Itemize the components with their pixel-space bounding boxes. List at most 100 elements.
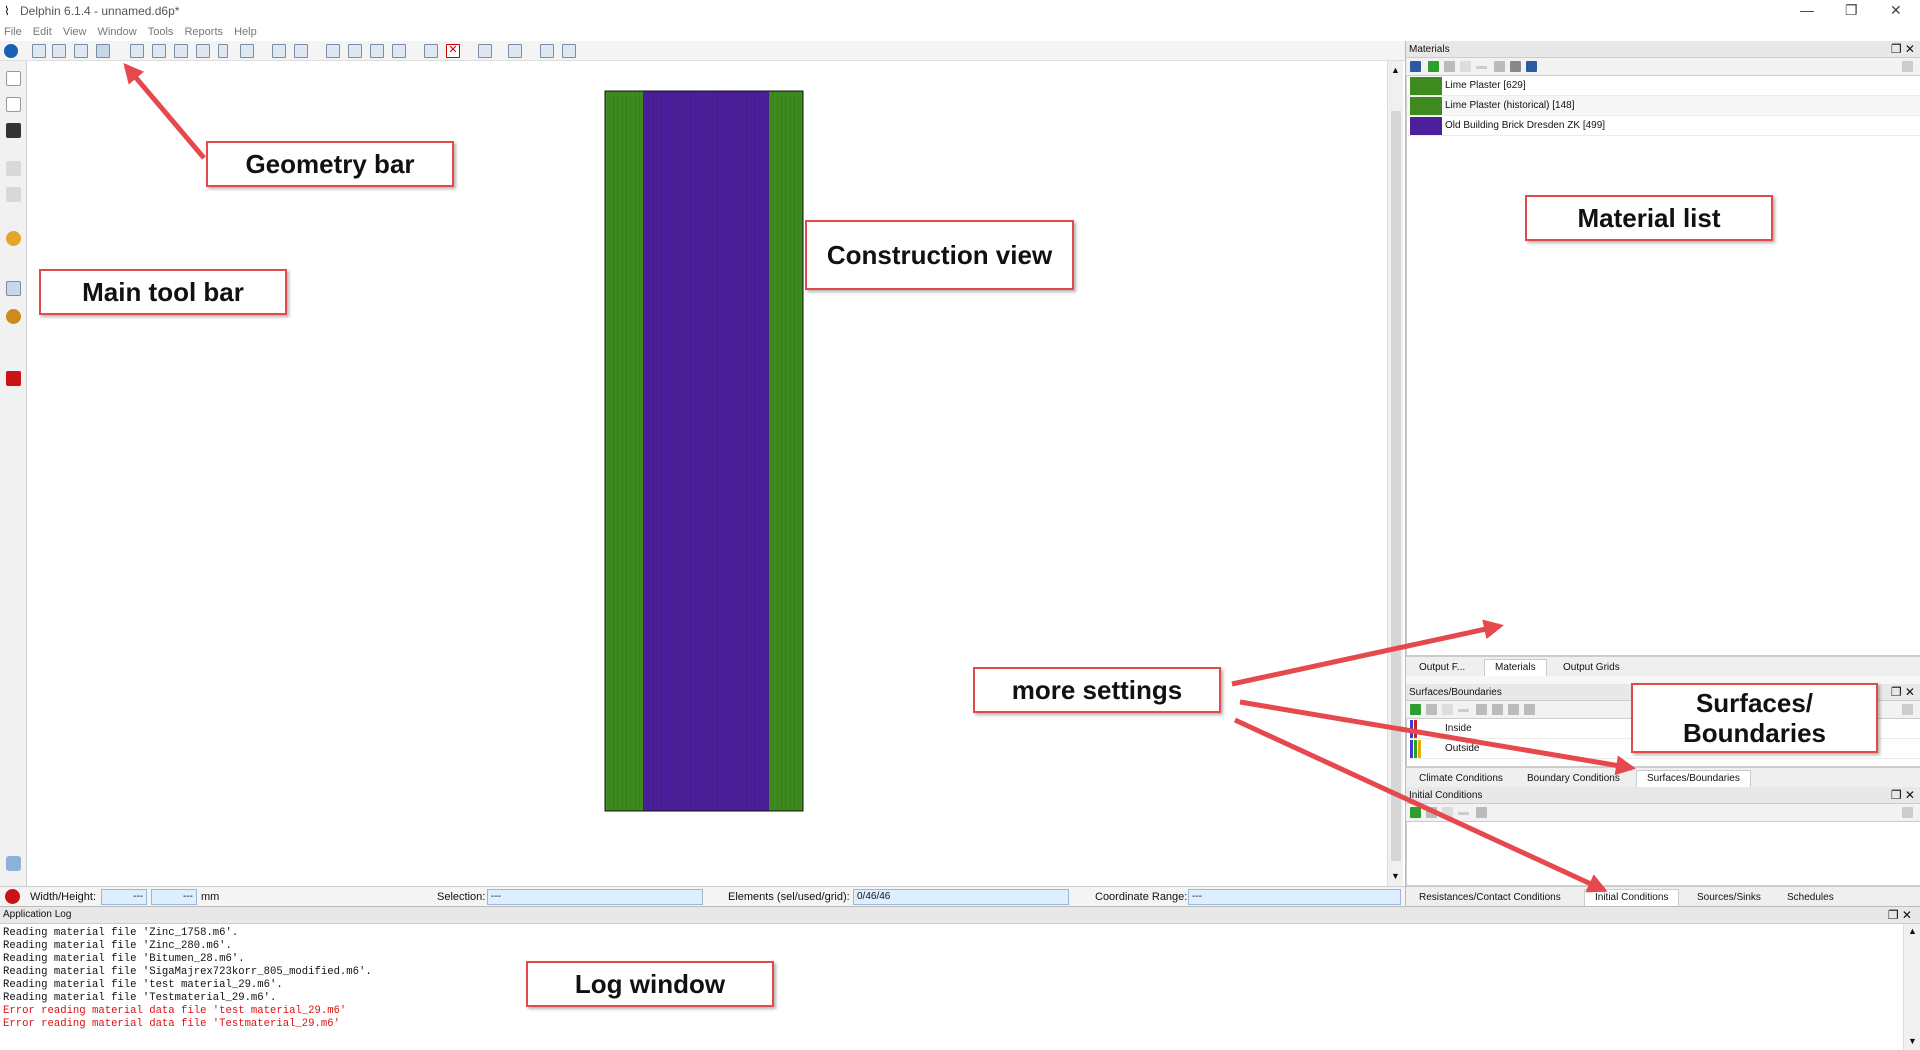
record-icon[interactable]: [5, 889, 20, 904]
new-file-icon[interactable]: [6, 71, 21, 86]
tab-boundary-conditions[interactable]: Boundary Conditions: [1516, 770, 1631, 787]
vertical-grid-icon[interactable]: [32, 44, 46, 58]
tab-resistances-contact[interactable]: Resistances/Contact Conditions: [1408, 889, 1572, 906]
height-field[interactable]: ---: [151, 889, 197, 905]
remove-icon[interactable]: [1458, 709, 1469, 712]
tab-materials[interactable]: Materials: [1484, 659, 1547, 676]
assign-left-icon[interactable]: [1476, 704, 1487, 715]
assign-right-icon[interactable]: [1508, 704, 1519, 715]
material-row[interactable]: Old Building Brick Dresden ZK [499]: [1407, 116, 1920, 136]
chart-icon[interactable]: [6, 281, 21, 296]
split-vertical-icon[interactable]: [218, 44, 228, 58]
tab-schedules[interactable]: Schedules: [1776, 889, 1845, 906]
tab-output-grids[interactable]: Output Grids: [1552, 659, 1631, 676]
refresh-icon[interactable]: [478, 44, 492, 58]
selection-field[interactable]: ---: [487, 889, 703, 905]
menu-view[interactable]: View: [59, 24, 91, 41]
material-row[interactable]: Lime Plaster [629]: [1407, 76, 1920, 96]
mirror-horizontal-icon[interactable]: [294, 44, 308, 58]
menu-tools[interactable]: Tools: [144, 24, 178, 41]
menu-window[interactable]: Window: [94, 24, 141, 41]
brush-icon[interactable]: [240, 44, 254, 58]
scroll-down-icon[interactable]: ▼: [1908, 1036, 1917, 1046]
edit-icon[interactable]: [1426, 704, 1437, 715]
redo-icon[interactable]: [6, 187, 21, 202]
menu-help[interactable]: Help: [230, 24, 261, 41]
add-icon[interactable]: [1410, 704, 1421, 715]
settings-icon[interactable]: [1902, 61, 1913, 72]
stop-icon[interactable]: [6, 371, 21, 386]
add-icon[interactable]: [1428, 61, 1439, 72]
width-field[interactable]: ---: [101, 889, 147, 905]
open-file-icon[interactable]: [6, 97, 21, 112]
assign-top-icon[interactable]: [1492, 704, 1503, 715]
assign-icon[interactable]: [1476, 807, 1487, 818]
align-bottom-icon[interactable]: [392, 44, 406, 58]
assign-icon[interactable]: [1510, 61, 1521, 72]
align-top-icon[interactable]: [370, 44, 384, 58]
tab-climate-conditions[interactable]: Climate Conditions: [1408, 770, 1514, 787]
replace-icon[interactable]: [1494, 61, 1505, 72]
gear-icon[interactable]: [6, 309, 21, 324]
table-grid-icon[interactable]: [74, 44, 88, 58]
coordinate-range-field[interactable]: ---: [1188, 889, 1401, 905]
image-view-icon[interactable]: [96, 44, 110, 58]
restore-button[interactable]: ❐: [1845, 2, 1858, 19]
merge-icon[interactable]: [152, 44, 166, 58]
remove-icon[interactable]: [1476, 66, 1487, 69]
dock-close-icon[interactable]: ❐ ✕: [1891, 684, 1915, 701]
mirror-vertical-icon[interactable]: [272, 44, 286, 58]
menu-edit[interactable]: Edit: [29, 24, 56, 41]
scroll-down-icon[interactable]: ▼: [1391, 871, 1400, 881]
dock-close-icon[interactable]: ❐ ✕: [1891, 41, 1915, 58]
delete-icon[interactable]: ✕: [446, 44, 460, 58]
remove-icon[interactable]: [1458, 812, 1469, 815]
elements-field[interactable]: 0/46/46: [853, 889, 1069, 905]
menu-reports[interactable]: Reports: [180, 24, 227, 41]
add-icon[interactable]: [1410, 807, 1421, 818]
lime-plaster-left-layer[interactable]: [605, 91, 643, 811]
export-material-icon[interactable]: [1526, 61, 1537, 72]
import-icon[interactable]: [540, 44, 554, 58]
log-scrollbar[interactable]: ▲ ▼: [1903, 924, 1920, 1050]
log-window[interactable]: Reading material file 'Zinc_1758.m6'. Rea…: [0, 924, 1920, 1050]
edit-icon[interactable]: [1426, 807, 1437, 818]
minimize-button[interactable]: —: [1800, 2, 1814, 18]
chat-icon[interactable]: [6, 856, 21, 871]
copy-icon[interactable]: [1442, 807, 1453, 818]
canvas-scrollbar[interactable]: ▲ ▼: [1387, 61, 1403, 886]
dock-close-icon[interactable]: ❐ ✕: [1891, 787, 1915, 804]
settings-icon[interactable]: [1902, 807, 1913, 818]
assign-bottom-icon[interactable]: [1524, 704, 1535, 715]
export-icon[interactable]: [508, 44, 522, 58]
material-row[interactable]: Lime Plaster (historical) [148]: [1407, 96, 1920, 116]
dock-close-icon[interactable]: ❐ ✕: [1888, 908, 1912, 922]
split-icon[interactable]: [130, 44, 144, 58]
tab-output-files[interactable]: Output F...: [1408, 659, 1476, 676]
grid-icon[interactable]: [52, 44, 66, 58]
globe-icon[interactable]: [6, 231, 21, 246]
scroll-up-icon[interactable]: ▲: [1391, 65, 1400, 75]
align-right-icon[interactable]: [348, 44, 362, 58]
tab-sources-sinks[interactable]: Sources/Sinks: [1686, 889, 1772, 906]
tab-surfaces-boundaries[interactable]: Surfaces/Boundaries: [1636, 770, 1751, 787]
undo-icon[interactable]: [6, 161, 21, 176]
copy-icon[interactable]: [1442, 704, 1453, 715]
close-button[interactable]: ✕: [1890, 2, 1902, 19]
menu-file[interactable]: File: [0, 24, 26, 41]
insert-row-icon[interactable]: [196, 44, 210, 58]
scroll-up-icon[interactable]: ▲: [1908, 926, 1917, 936]
scroll-thumb[interactable]: [1391, 111, 1401, 861]
save-icon[interactable]: [6, 123, 21, 138]
database-icon[interactable]: [1410, 61, 1421, 72]
align-left-icon[interactable]: [326, 44, 340, 58]
insert-column-icon[interactable]: [174, 44, 188, 58]
copy-assign-icon[interactable]: [424, 44, 438, 58]
edit-icon[interactable]: [1444, 61, 1455, 72]
copy-icon[interactable]: [1460, 61, 1471, 72]
brick-layer[interactable]: [643, 91, 769, 811]
info-icon[interactable]: [4, 44, 18, 58]
database-icon[interactable]: [562, 44, 576, 58]
tab-initial-conditions[interactable]: Initial Conditions: [1584, 889, 1680, 906]
settings-icon[interactable]: [1902, 704, 1913, 715]
